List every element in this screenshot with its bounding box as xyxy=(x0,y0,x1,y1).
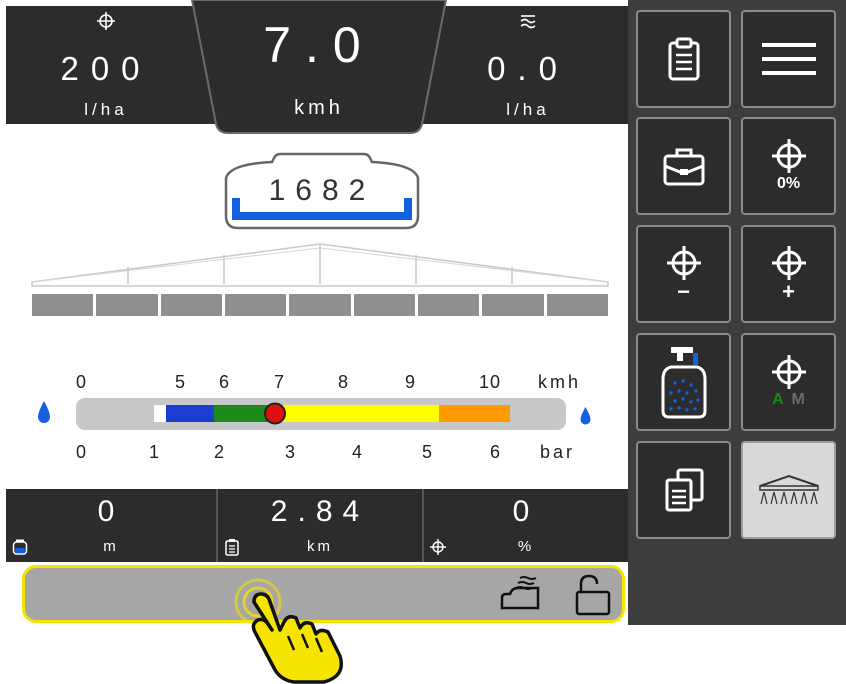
speed-tick: 7 xyxy=(274,372,286,392)
briefcase-button[interactable] xyxy=(636,117,731,215)
rate-percent-button[interactable]: 0% xyxy=(741,117,836,215)
boom-section-8[interactable] xyxy=(482,294,544,316)
speed-display[interactable]: 7.0 kmh xyxy=(188,0,450,135)
boom-section-9[interactable] xyxy=(546,294,608,316)
rate-plus-button[interactable]: + xyxy=(741,225,836,323)
clipboard-button[interactable] xyxy=(636,10,731,108)
unlock-icon[interactable] xyxy=(573,572,613,616)
speed-tick: 8 xyxy=(338,372,350,392)
target-rate-value: 200 xyxy=(60,50,152,87)
target-icon xyxy=(666,246,701,280)
speed-unit: kmh xyxy=(294,97,344,119)
target-icon xyxy=(6,10,206,32)
boom-section-2[interactable] xyxy=(96,294,158,316)
briefcase-icon xyxy=(663,148,704,186)
pressure-tick: 0 xyxy=(76,442,88,462)
rate-deviation-unit: % xyxy=(517,538,535,555)
menu-button[interactable] xyxy=(741,10,836,108)
speed-tick: 0 xyxy=(76,372,88,392)
tank-volume: 1682 xyxy=(268,174,376,207)
copy-button[interactable] xyxy=(636,441,731,539)
boom-section-3[interactable] xyxy=(160,294,222,316)
target-icon xyxy=(771,355,806,389)
auto-label: A xyxy=(772,391,784,408)
tank-fill-icon xyxy=(661,347,706,419)
rate-plus-label: + xyxy=(782,279,795,304)
boom-section-1[interactable] xyxy=(32,294,94,316)
target-rate-display[interactable]: 200 l/ha xyxy=(6,6,206,124)
actual-rate-display[interactable]: 0.0 l/ha xyxy=(428,6,628,124)
tap-hand-icon xyxy=(234,578,343,684)
auto-manual-label: A M xyxy=(772,391,805,409)
boom-section-6[interactable] xyxy=(353,294,415,316)
pressure-tick: 2 xyxy=(214,442,226,462)
distance-value: 0 xyxy=(97,495,125,528)
rate-percent-label: 0% xyxy=(776,175,801,192)
boom-sections xyxy=(32,294,608,316)
rate-minus-button[interactable]: − xyxy=(636,225,731,323)
job-distance-unit: km xyxy=(307,538,333,555)
auto-manual-button[interactable]: A M xyxy=(741,333,836,431)
speed-value: 7.0 xyxy=(263,17,375,73)
rate-deviation-value: 0 xyxy=(512,495,540,528)
actual-rate-value: 0.0 xyxy=(487,50,569,87)
agitation-icon[interactable] xyxy=(500,574,544,612)
target-icon xyxy=(771,246,806,280)
bottom-bar: 0 m 2.84 km 0 % xyxy=(6,489,628,562)
main-display: 200 l/ha 0.0 l/ha 7.0 kmh 1682 0 5 6 7 8… xyxy=(6,0,628,625)
distance-unit: m xyxy=(103,538,119,555)
distance-counter[interactable]: 0 m xyxy=(6,489,216,562)
water-drop-small-icon xyxy=(580,407,591,425)
speed-tick: 9 xyxy=(405,372,417,392)
speed-tick: 5 xyxy=(175,372,187,392)
job-distance-counter[interactable]: 2.84 km xyxy=(218,489,422,562)
target-rate-unit: l/ha xyxy=(84,100,128,119)
boom-button[interactable] xyxy=(741,441,836,539)
boom-icon xyxy=(758,474,819,505)
side-button-panel: 0% − + A M xyxy=(628,0,846,625)
boom-section-7[interactable] xyxy=(417,294,480,316)
manual-label: M xyxy=(791,391,805,408)
clipboard-icon xyxy=(668,37,699,81)
tank-fill-button[interactable] xyxy=(636,333,731,431)
pressure-tick: 5 xyxy=(422,442,434,462)
pressure-tick: 4 xyxy=(352,442,364,462)
tank-level-display[interactable]: 1682 xyxy=(218,150,426,230)
speed-tick: 10 xyxy=(479,372,502,392)
copy-icon xyxy=(665,468,703,512)
pressure-tick: 3 xyxy=(285,442,297,462)
flow-icon xyxy=(428,10,628,32)
boom-section-5[interactable] xyxy=(289,294,351,316)
speed-unit-label: kmh xyxy=(538,372,582,392)
target-icon xyxy=(771,139,806,173)
water-drop-icon xyxy=(38,401,50,423)
actual-rate-unit: l/ha xyxy=(506,100,550,119)
speed-tick: 6 xyxy=(219,372,231,392)
speed-range-bar xyxy=(76,398,566,430)
hamburger-icon xyxy=(761,43,816,75)
speed-pressure-scale: 0 5 6 7 8 9 10 kmh 0 1 2 3 4 5 6 bar xyxy=(36,360,611,470)
boom-outline xyxy=(31,243,609,287)
rate-deviation-counter[interactable]: 0 % xyxy=(424,489,628,562)
boom-section-4[interactable] xyxy=(224,294,287,316)
job-distance-value: 2.84 xyxy=(270,495,370,528)
pressure-unit-label: bar xyxy=(540,442,576,462)
pressure-tick: 1 xyxy=(149,442,161,462)
pressure-tick: 6 xyxy=(490,442,502,462)
current-speed-marker xyxy=(264,402,286,425)
rate-minus-label: − xyxy=(677,279,690,304)
